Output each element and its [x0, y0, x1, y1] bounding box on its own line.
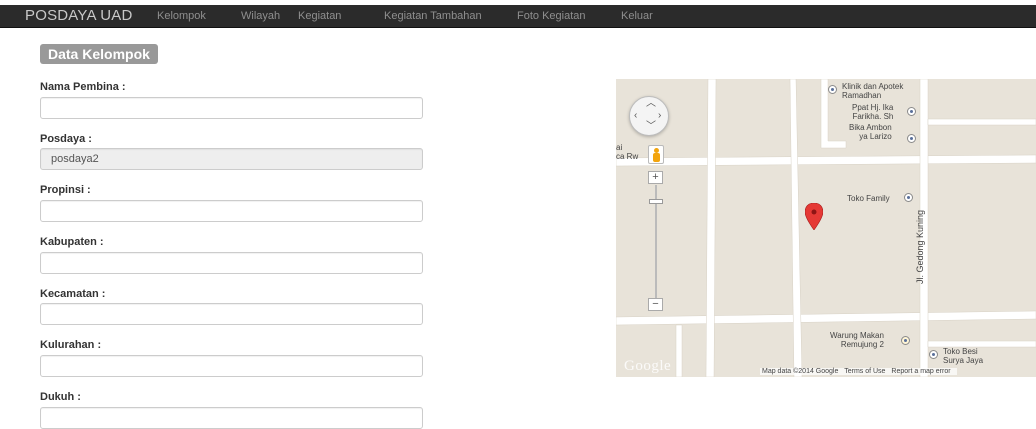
- kabupaten-input[interactable]: [40, 252, 423, 274]
- brand-logo[interactable]: POSDAYA UAD: [25, 7, 133, 24]
- poi-klinik-label: Klinik dan Apotek Ramadhan: [842, 82, 904, 100]
- nav-item-kegiatan[interactable]: Kegiatan: [298, 10, 341, 22]
- poi-warung-label: Warung Makan Remujung 2: [830, 331, 884, 349]
- zoom-slider-thumb[interactable]: [649, 199, 663, 204]
- pan-left-icon[interactable]: ‹: [634, 111, 637, 121]
- map-roads: [616, 79, 1036, 377]
- shop-poi-icon[interactable]: [904, 193, 913, 202]
- poi-left-fragment-label: ai ca Rw: [616, 143, 639, 161]
- kulurahan-label: Kulurahan :: [40, 339, 102, 351]
- clinic-poi-icon[interactable]: [828, 85, 837, 94]
- toko-besi-poi-icon[interactable]: [929, 350, 938, 359]
- terms-of-use-link[interactable]: Terms of Use: [844, 368, 885, 375]
- posdaya-input[interactable]: [40, 148, 423, 170]
- map-view[interactable]: Klinik dan Apotek Ramadhan Ppat Hj. Ika Fa…: [616, 79, 1036, 377]
- pan-up-icon[interactable]: ︿: [646, 99, 656, 109]
- nav-item-kegiatan-tambahan[interactable]: Kegiatan Tambahan: [384, 10, 482, 22]
- pan-right-icon[interactable]: ›: [658, 111, 661, 121]
- section-title: Data Kelompok: [40, 44, 158, 64]
- location-marker-icon[interactable]: [805, 203, 823, 230]
- map-attribution: Map data ©2014 Google Terms of Use Repor…: [760, 368, 957, 375]
- street-label-gedong-kuning: Jl. Gedong Kuning: [915, 209, 925, 284]
- propinsi-label: Propinsi :: [40, 184, 91, 196]
- kulurahan-input[interactable]: [40, 355, 423, 377]
- nav-item-wilayah[interactable]: Wilayah: [241, 10, 280, 22]
- nama-pembina-input[interactable]: [40, 97, 423, 119]
- poi-toko-besi-label: Toko Besi Surya Jaya: [943, 347, 984, 365]
- ppat-poi-icon[interactable]: [907, 107, 916, 116]
- nav-item-keluar[interactable]: Keluar: [621, 10, 653, 22]
- kecamatan-input[interactable]: [40, 303, 423, 325]
- nama-pembina-label: Nama Pembina :: [40, 81, 126, 93]
- zoom-out-button[interactable]: −: [648, 298, 663, 311]
- nav-item-foto-kegiatan[interactable]: Foto Kegiatan: [517, 10, 586, 22]
- poi-ppat-label: Ppat Hj. Ika Farikha. Sh: [852, 103, 894, 121]
- nav-item-kelompok[interactable]: Kelompok: [157, 10, 206, 22]
- poi-toko-family-label: Toko Family: [847, 194, 890, 203]
- map-pan-control[interactable]: ︿ ‹ › ﹀: [629, 96, 669, 136]
- navbar: POSDAYA UAD Kelompok Wilayah Kegiatan Ke…: [0, 5, 1036, 28]
- street-view-pegman-icon[interactable]: [648, 145, 664, 164]
- dukuh-label: Dukuh :: [40, 391, 81, 403]
- propinsi-input[interactable]: [40, 200, 423, 222]
- pan-down-icon[interactable]: ﹀: [646, 122, 656, 132]
- kabupaten-label: Kabupaten :: [40, 236, 104, 248]
- google-logo: Google: [624, 358, 672, 374]
- dukuh-input[interactable]: [40, 407, 423, 429]
- posdaya-label: Posdaya :: [40, 133, 92, 145]
- restaurant-poi-icon[interactable]: [901, 336, 910, 345]
- zoom-in-button[interactable]: +: [648, 171, 663, 184]
- kecamatan-label: Kecamatan :: [40, 288, 106, 300]
- bika-poi-icon[interactable]: [907, 134, 916, 143]
- poi-bika-label: Bika Ambon ya Larizo: [849, 123, 892, 141]
- report-map-error-link[interactable]: Report a map error: [891, 368, 950, 375]
- map-data-text: Map data ©2014 Google: [762, 368, 839, 375]
